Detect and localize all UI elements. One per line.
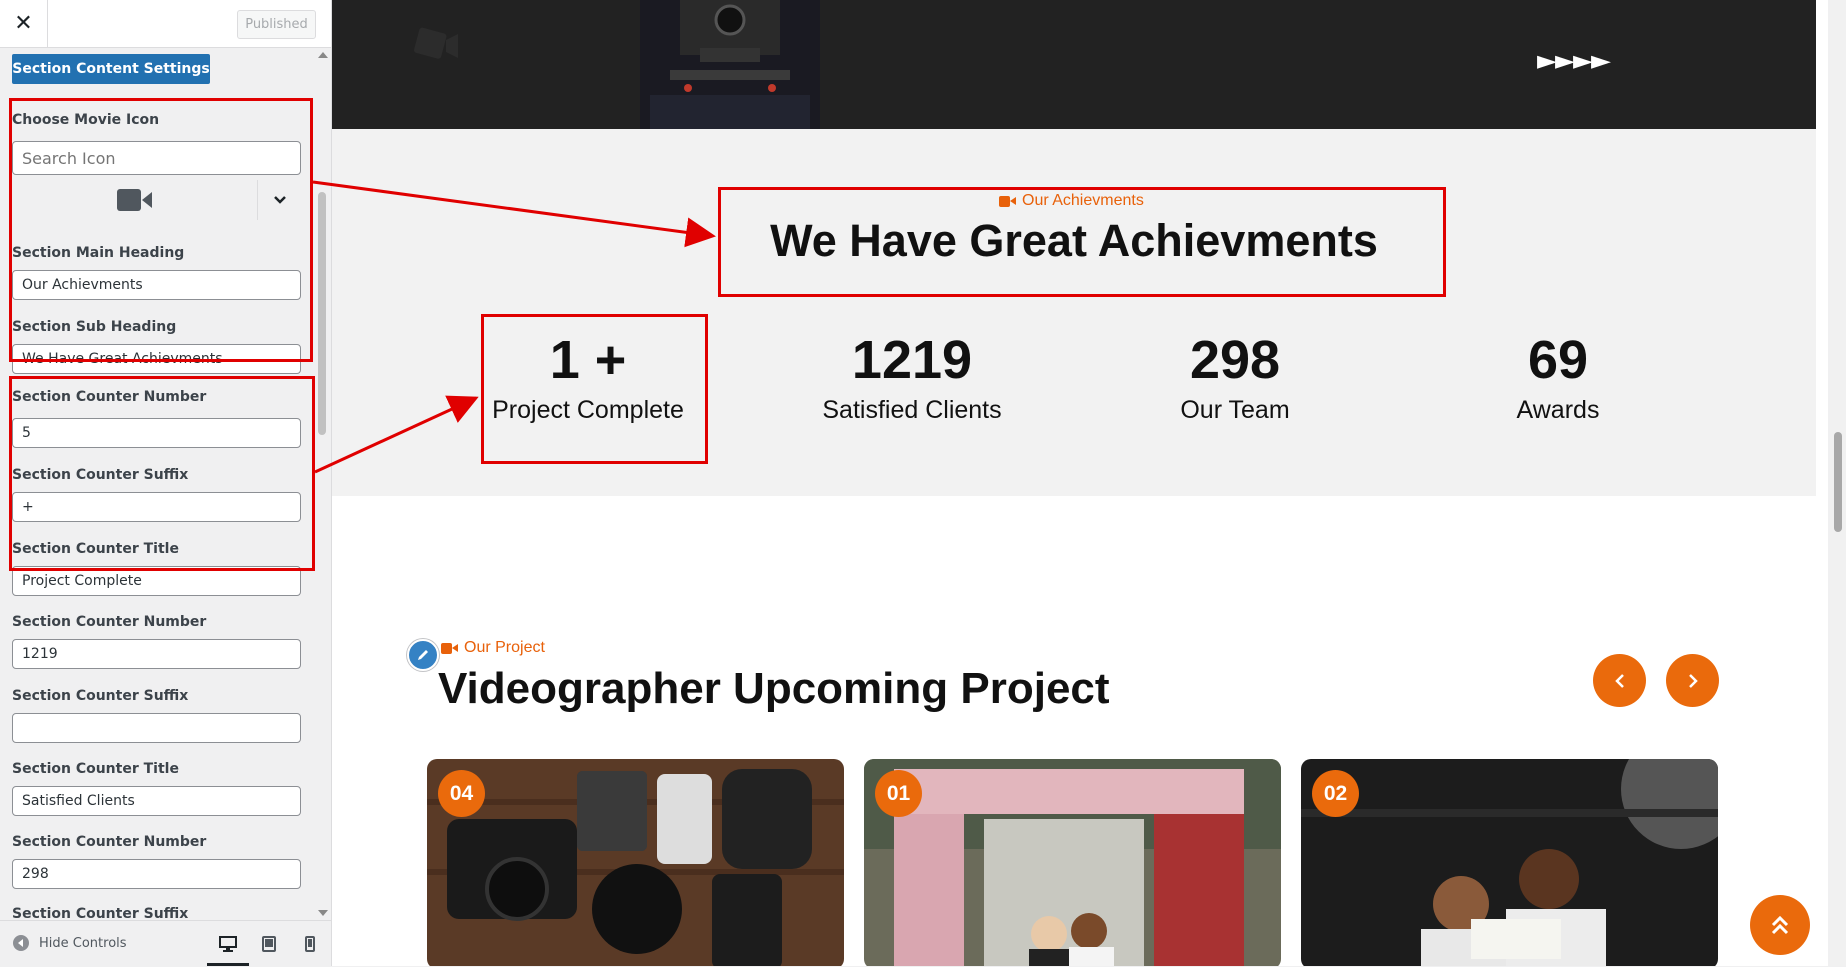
scroll-down-arrow-icon[interactable] bbox=[318, 910, 328, 916]
section-content-settings-button[interactable]: Section Content Settings bbox=[12, 54, 210, 84]
pencil-icon bbox=[418, 650, 428, 660]
counter-item: 1 + Project Complete bbox=[438, 330, 738, 425]
wedding-arch-image bbox=[864, 759, 1281, 966]
team-photos-image bbox=[1301, 759, 1718, 966]
counter-suffix-input[interactable] bbox=[12, 713, 301, 743]
field-label: Section Counter Title bbox=[12, 761, 179, 777]
counter-title: Project Complete bbox=[492, 396, 684, 424]
field-label: Section Counter Number bbox=[12, 389, 207, 405]
camera-gear-image bbox=[427, 759, 844, 966]
faint-camera-watermark-icon bbox=[414, 27, 458, 59]
field-label: Section Main Heading bbox=[12, 245, 185, 261]
page-scrollbar-thumb[interactable] bbox=[1834, 432, 1842, 532]
chevron-left-icon bbox=[1614, 673, 1624, 688]
counter-number: 69 bbox=[1527, 330, 1589, 390]
counter-number: 1219 bbox=[851, 330, 973, 390]
edit-shortcut-button[interactable] bbox=[407, 639, 439, 671]
desktop-preview-button[interactable] bbox=[217, 933, 239, 955]
field-label: Section Counter Title bbox=[12, 541, 179, 557]
selected-icon-preview[interactable] bbox=[12, 180, 257, 220]
project-number-badge: 01 bbox=[875, 770, 922, 817]
counter-number: 1 + bbox=[549, 330, 627, 390]
achievements-heading: We Have Great Achievments bbox=[770, 215, 1378, 266]
hero-banner: ►►►► bbox=[332, 0, 1816, 129]
video-camera-icon bbox=[116, 189, 152, 211]
scroll-to-top-button[interactable] bbox=[1750, 895, 1810, 955]
projects-subtitle: Our Project bbox=[441, 639, 545, 657]
icon-search-input[interactable] bbox=[12, 141, 301, 175]
mobile-icon bbox=[305, 936, 315, 952]
project-card[interactable]: 01 bbox=[864, 759, 1281, 966]
counter-title: Awards bbox=[1516, 396, 1600, 424]
achievements-subtitle: Our Achievments bbox=[999, 192, 1144, 210]
field-label: Section Counter Number bbox=[12, 834, 207, 850]
chevron-right-icon bbox=[1688, 673, 1698, 688]
tablet-preview-button[interactable] bbox=[258, 933, 280, 955]
field-label: Section Counter Suffix bbox=[12, 467, 189, 483]
counter-number-input[interactable]: 5 bbox=[12, 418, 301, 448]
customizer-sidebar: ✕ Published Section Content Settings Cho… bbox=[0, 0, 332, 967]
achievements-subtitle-text: Our Achievments bbox=[1022, 192, 1144, 209]
counter-title-input[interactable]: Satisfied Clients bbox=[12, 786, 301, 816]
sidebar-scrollbar[interactable] bbox=[316, 48, 328, 920]
double-chevron-up-icon bbox=[1771, 915, 1789, 935]
hero-arrows-decoration: ►►►► bbox=[1537, 46, 1611, 76]
counter-title: Satisfied Clients bbox=[822, 396, 1002, 424]
projects-subtitle-text: Our Project bbox=[464, 639, 545, 656]
sub-heading-input[interactable]: We Have Great Achievments bbox=[12, 344, 301, 374]
field-label: Section Counter Suffix bbox=[12, 688, 189, 704]
project-card[interactable]: 04 bbox=[427, 759, 844, 966]
field-label: Section Counter Suffix bbox=[12, 906, 189, 920]
carousel-prev-button[interactable] bbox=[1593, 654, 1646, 707]
tablet-icon bbox=[262, 936, 276, 952]
icon-dropdown-toggle[interactable] bbox=[257, 180, 302, 220]
main-heading-input[interactable]: Our Achievments bbox=[12, 270, 301, 300]
counter-item: 69 Awards bbox=[1408, 330, 1708, 425]
project-card[interactable]: 02 bbox=[1301, 759, 1718, 966]
scroll-up-arrow-icon[interactable] bbox=[318, 52, 328, 58]
choose-movie-icon-label: Choose Movie Icon bbox=[12, 112, 160, 128]
achievements-section bbox=[332, 129, 1816, 496]
sidebar-scrollbar-thumb[interactable] bbox=[318, 192, 326, 435]
collapse-arrow-icon bbox=[13, 935, 29, 951]
counter-number-input[interactable]: 298 bbox=[12, 859, 301, 889]
hide-controls-label: Hide Controls bbox=[39, 935, 127, 951]
counter-title: Our Team bbox=[1180, 396, 1290, 424]
project-number-badge: 02 bbox=[1312, 770, 1359, 817]
customizer-footer: Hide Controls bbox=[0, 920, 331, 967]
field-label: Section Sub Heading bbox=[12, 319, 177, 335]
site-preview: ►►►► Our Achievments We Have Great Achie… bbox=[332, 0, 1828, 966]
video-camera-icon bbox=[999, 195, 1016, 207]
videographer-image bbox=[640, 0, 820, 129]
customizer-header: ✕ Published bbox=[0, 0, 331, 48]
counter-item: 298 Our Team bbox=[1085, 330, 1385, 425]
desktop-icon bbox=[219, 936, 237, 952]
counter-item: 1219 Satisfied Clients bbox=[762, 330, 1062, 425]
chevron-down-icon bbox=[274, 196, 286, 204]
counter-suffix-input[interactable]: + bbox=[12, 492, 301, 522]
mobile-preview-button[interactable] bbox=[299, 933, 321, 955]
field-label: Section Counter Number bbox=[12, 614, 207, 630]
controls-panel: Section Content Settings Choose Movie Ic… bbox=[0, 48, 331, 920]
video-camera-icon bbox=[441, 642, 458, 654]
close-customizer-button[interactable]: ✕ bbox=[0, 0, 48, 47]
counter-number-input[interactable]: 1219 bbox=[12, 639, 301, 669]
projects-heading: Videographer Upcoming Project bbox=[438, 664, 1110, 713]
project-number-badge: 04 bbox=[438, 770, 485, 817]
counter-number: 298 bbox=[1189, 330, 1281, 390]
counter-title-input[interactable]: Project Complete bbox=[12, 566, 301, 596]
hide-controls-button[interactable]: Hide Controls bbox=[13, 935, 127, 951]
published-button[interactable]: Published bbox=[237, 10, 316, 39]
carousel-next-button[interactable] bbox=[1666, 654, 1719, 707]
